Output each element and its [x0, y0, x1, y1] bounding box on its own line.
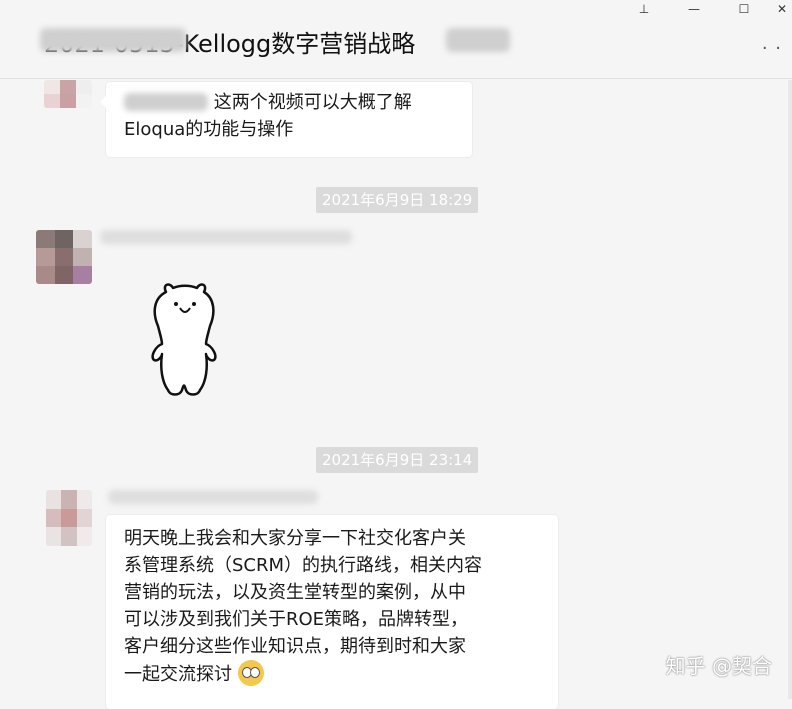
message-line: Eloqua的功能与操作: [124, 119, 294, 140]
sender-name-redaction: [100, 230, 352, 244]
avatar[interactable]: [44, 80, 92, 108]
title-bar: 2021-0513-Kellogg数字营销战略 ⊥ — ☐ ✕ · ·: [0, 0, 792, 79]
avatar[interactable]: [46, 490, 92, 546]
message-line: 营销的玩法，以及资生堂转型的案例，从中: [124, 582, 466, 603]
timestamp: 2021年6月9日 23:14: [316, 447, 479, 473]
message-bubble[interactable]: 明天晚上我会和大家分享一下社交化客户关 系管理系统（SCRM）的执行路线，相关内…: [106, 515, 558, 709]
message-text: 一起交流探讨: [124, 664, 232, 685]
message-bubble[interactable]: 这两个视频可以大概了解 Eloqua的功能与操作: [100, 82, 472, 157]
message-line: 明天晚上我会和大家分享一下社交化客户关: [124, 528, 466, 549]
message-line: 客户细分这些作业知识点，期待到时和大家: [124, 636, 466, 657]
message-line: 系管理系统（SCRM）的执行路线，相关内容: [124, 555, 483, 576]
message-line: 这两个视频可以大概了解: [124, 89, 460, 116]
timestamp: 2021年6月9日 18:29: [316, 187, 479, 213]
sender-name-redaction: [108, 490, 318, 504]
pin-icon[interactable]: ⊥: [630, 0, 658, 18]
message-line: 一起交流探讨: [124, 660, 546, 688]
avatar[interactable]: [36, 230, 92, 284]
grimace-emoji-icon: [237, 660, 264, 686]
mention-redaction: [124, 93, 208, 111]
chat-scrollbar[interactable]: [788, 80, 792, 699]
minimize-button[interactable]: —: [680, 0, 708, 18]
more-options-icon[interactable]: · ·: [762, 38, 782, 59]
message-text: 这两个视频可以大概了解: [213, 92, 412, 113]
title-redaction-left: [40, 28, 186, 52]
watermark: 知乎 @契合: [665, 654, 772, 678]
maximize-button[interactable]: ☐: [730, 0, 758, 18]
title-redaction-right: [446, 28, 510, 52]
close-button[interactable]: ✕: [772, 0, 792, 18]
white-bear-sticker[interactable]: [140, 282, 230, 400]
message-line: 可以涉及到我们关于ROE策略，品牌转型，: [124, 609, 469, 630]
